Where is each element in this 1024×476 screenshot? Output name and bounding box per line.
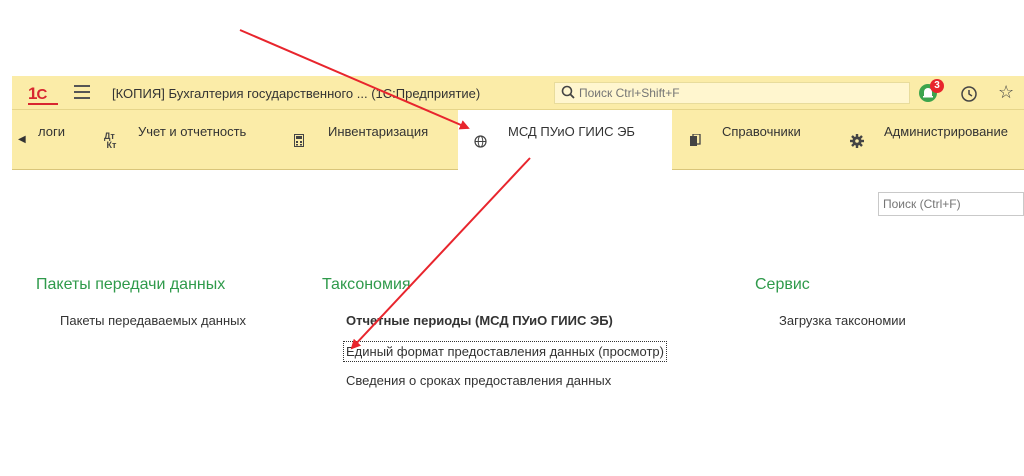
link-submission-deadlines[interactable]: Сведения о сроках предоставления данных (346, 373, 611, 388)
section-accounting[interactable]: Дт Кт Учет и отчетность (96, 110, 286, 170)
global-search[interactable] (554, 82, 910, 104)
sections-panel: ◀ логи Дт Кт Учет и отчетность Инвентари… (12, 110, 1024, 171)
title-bar: 1С [КОПИЯ] Бухгалтерия государственного … (12, 76, 1024, 110)
section-search-field[interactable] (878, 192, 1024, 216)
history-icon[interactable] (960, 85, 978, 103)
link-transmitted-packages[interactable]: Пакеты передаваемых данных (60, 313, 246, 328)
notification-badge: 3 (930, 79, 944, 93)
search-icon (561, 85, 575, 99)
group-title-service: Сервис (755, 276, 810, 293)
group-title-taxonomy: Таксономия (322, 276, 411, 293)
debit-credit-icon: Дт Кт (104, 131, 117, 150)
globe-icon (474, 135, 487, 148)
scroll-left-icon[interactable]: ◀ (18, 134, 26, 145)
section-label: логи (38, 124, 65, 139)
books-icon (690, 134, 701, 146)
favorites-star-icon[interactable]: ☆ (998, 83, 1014, 101)
section-administration[interactable]: Администрирование (832, 110, 1024, 170)
section-msd-giis-eb[interactable]: МСД ПУиО ГИИС ЭБ (458, 110, 672, 171)
group-title-data-packages: Пакеты передачи данных (36, 276, 226, 293)
section-taxes[interactable]: логи (36, 110, 96, 170)
section-catalogs[interactable]: Справочники (672, 110, 832, 170)
link-unified-data-format[interactable]: Единый формат предоставления данных (про… (343, 341, 667, 362)
calculator-icon (294, 134, 304, 147)
section-label: Справочники (722, 124, 801, 139)
window-title: [КОПИЯ] Бухгалтерия государственного ...… (112, 86, 481, 101)
link-reporting-periods[interactable]: Отчетные периоды (МСД ПУиО ГИИС ЭБ) (346, 313, 613, 328)
section-inventory[interactable]: Инвентаризация (286, 110, 458, 170)
section-label: Учет и отчетность (138, 124, 247, 139)
section-search-input[interactable] (883, 194, 1023, 214)
section-label: Инвентаризация (328, 124, 429, 139)
main-menu-icon[interactable] (74, 85, 90, 99)
section-label: МСД ПУиО ГИИС ЭБ (508, 124, 635, 139)
global-search-input[interactable] (579, 85, 899, 101)
1c-logo[interactable]: 1С (28, 84, 58, 105)
gear-icon (850, 134, 864, 148)
annotation-arrows (239, 29, 531, 350)
link-load-taxonomy[interactable]: Загрузка таксономии (779, 313, 906, 328)
section-label: Администрирование (884, 124, 1008, 139)
